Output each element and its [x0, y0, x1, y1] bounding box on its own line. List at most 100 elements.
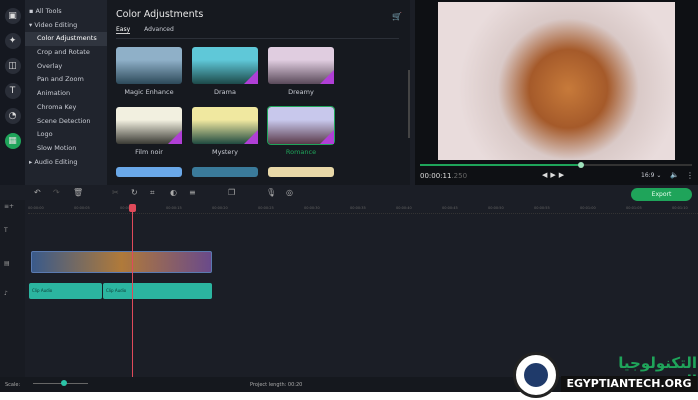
title-track-icon[interactable]: T — [4, 227, 8, 234]
playhead[interactable] — [132, 204, 133, 377]
filter-card[interactable] — [192, 167, 258, 177]
premium-badge-icon — [320, 70, 334, 84]
more-icon[interactable]: ⋮ — [686, 171, 694, 180]
cut-icon[interactable]: ✂ — [112, 188, 119, 197]
filter-label: Romance — [268, 148, 334, 156]
premium-badge-icon — [244, 70, 258, 84]
ruler-tick-label: 00:00:25 — [258, 206, 274, 210]
play-icon[interactable]: ▶ — [550, 171, 558, 179]
tool-overlay[interactable]: Overlay — [25, 60, 107, 74]
filter-card[interactable]: Dreamy — [268, 47, 334, 97]
tool-animation[interactable]: Animation — [25, 87, 107, 101]
ruler-tick-label: 00:00:20 — [212, 206, 228, 210]
webcam-icon[interactable]: ◎ — [286, 188, 293, 197]
color-adjustments-panel: Color Adjustments 🛒 Easy Advanced Magic … — [107, 0, 410, 185]
tab-easy[interactable]: Easy — [116, 26, 130, 34]
tool-pan-zoom[interactable]: Pan and Zoom — [25, 73, 107, 87]
track-headers: ≡+ T ▤ ♪ — [0, 200, 25, 377]
filter-card[interactable]: Mystery — [192, 107, 258, 157]
tool-slow-motion[interactable]: Slow Motion — [25, 142, 107, 156]
watermark-logo — [513, 352, 559, 398]
redo-icon[interactable]: ↷ — [53, 188, 60, 197]
all-tools[interactable]: ▪ All Tools — [25, 5, 107, 19]
tool-scene-detection[interactable]: Scene Detection — [25, 115, 107, 129]
aspect-ratio-select[interactable]: 16:9 ⌄ — [641, 172, 661, 179]
tool-color-adjustments[interactable]: Color Adjustments — [25, 32, 107, 46]
video-preview — [438, 2, 675, 160]
tool-chroma-key[interactable]: Chroma Key — [25, 101, 107, 115]
delete-icon[interactable]: 🗑 — [73, 188, 83, 197]
crop-icon[interactable]: ⌗ — [150, 188, 155, 198]
filter-card[interactable]: Film noir — [116, 107, 182, 157]
label: Audio Editing — [34, 158, 77, 166]
watermark-english: EGYPTIANTECH.ORG — [561, 376, 697, 392]
clip-properties-icon[interactable]: ≡ — [189, 188, 196, 197]
scale-label: Scale: — [5, 382, 20, 388]
tool-rail: ▣ ✦ ◫ T ◔ ▦ — [0, 0, 25, 185]
ruler-tick-label: 00:00:50 — [488, 206, 504, 210]
video-editor: ▣ ✦ ◫ T ◔ ▦ ▪ All Tools ▾ Video Editing … — [0, 0, 698, 392]
titles-icon[interactable]: T — [5, 83, 21, 99]
scrollbar[interactable] — [408, 70, 410, 138]
filter-label: Magic Enhance — [116, 88, 182, 96]
filter-label: Mystery — [192, 148, 258, 156]
add-track-icon[interactable]: ≡+ — [4, 203, 14, 210]
video-track-icon[interactable]: ▤ — [4, 260, 10, 267]
filter-thumbnail — [268, 107, 334, 144]
filter-label: Drama — [192, 88, 258, 96]
more-tools-icon[interactable]: ▦ — [5, 133, 21, 149]
scale-slider[interactable] — [33, 380, 88, 386]
media-icon[interactable]: ▣ — [5, 8, 21, 24]
ruler-tick-label: 00:00:30 — [304, 206, 320, 210]
color-icon[interactable]: ◐ — [170, 188, 177, 197]
filter-thumbnail — [192, 107, 258, 144]
filter-label: Film noir — [116, 148, 182, 156]
premium-badge-icon — [320, 130, 334, 144]
ruler-tick-label: 00:01:00 — [580, 206, 596, 210]
stickers-icon[interactable]: ◔ — [5, 108, 21, 124]
video-clips[interactable] — [31, 251, 212, 273]
filter-thumbnail — [192, 47, 258, 84]
premium-badge-icon — [244, 130, 258, 144]
undo-icon[interactable]: ↶ — [34, 188, 41, 197]
ruler-tick-label: 00:00:00 — [28, 206, 44, 210]
rotate-icon[interactable]: ↻ — [131, 188, 138, 197]
filter-label: Dreamy — [268, 88, 334, 96]
ruler-tick-label: 00:00:45 — [442, 206, 458, 210]
timeline-toolbar: ↶ ↷ 🗑 ✂ ↻ ⌗ ◐ ≡ ❐ 🎙 ◎ — [0, 186, 698, 202]
ruler-tick-label: 00:01:05 — [626, 206, 642, 210]
filter-card[interactable]: Magic Enhance — [116, 47, 182, 97]
video-editing-group[interactable]: ▾ Video Editing — [25, 19, 107, 33]
label: All Tools — [35, 7, 61, 15]
audio-clip[interactable]: Clip Audio — [29, 283, 102, 299]
cart-icon[interactable]: 🛒 — [392, 12, 402, 21]
filter-thumbnail — [116, 107, 182, 144]
audio-editing-group[interactable]: ▸ Audio Editing — [25, 156, 107, 170]
ruler-tick-label: 00:00:40 — [396, 206, 412, 210]
filter-card[interactable] — [268, 167, 334, 177]
transitions-icon[interactable]: ◫ — [5, 58, 21, 74]
audio-track-icon[interactable]: ♪ — [4, 290, 8, 297]
tab-advanced[interactable]: Advanced — [144, 26, 174, 34]
export-button[interactable]: Export — [631, 188, 692, 201]
tool-logo[interactable]: Logo — [25, 128, 107, 142]
seek-handle[interactable] — [578, 162, 584, 168]
microphone-icon[interactable]: 🎙 — [266, 188, 276, 197]
watermark: التكنولوجيا المصرية EGYPTIANTECH.ORG — [513, 352, 698, 400]
ruler-tick-label: 00:00:15 — [166, 206, 182, 210]
panel-title: Color Adjustments — [116, 9, 203, 20]
overlay-icon[interactable]: ❐ — [228, 188, 235, 197]
ruler-tick-label: 00:00:55 — [534, 206, 550, 210]
filter-card[interactable]: Drama — [192, 47, 258, 97]
magic-icon[interactable]: ✦ — [5, 33, 21, 49]
volume-icon[interactable]: 🔈 — [670, 171, 679, 179]
project-length: Project length: 00:20 — [250, 382, 302, 388]
filter-card[interactable]: Romance — [268, 107, 334, 157]
audio-clip[interactable]: Clip Audio — [103, 283, 212, 299]
seek-bar[interactable] — [420, 164, 692, 166]
next-frame-icon[interactable]: ▶ — [559, 171, 567, 179]
preview-panel: 00:00:11.250 ◀▶▶ 16:9 ⌄ 🔈 ⋮ — [415, 0, 698, 185]
filter-card[interactable] — [116, 167, 182, 177]
tool-crop-rotate[interactable]: Crop and Rotate — [25, 46, 107, 60]
tools-list: ▪ All Tools ▾ Video Editing Color Adjust… — [25, 0, 107, 185]
